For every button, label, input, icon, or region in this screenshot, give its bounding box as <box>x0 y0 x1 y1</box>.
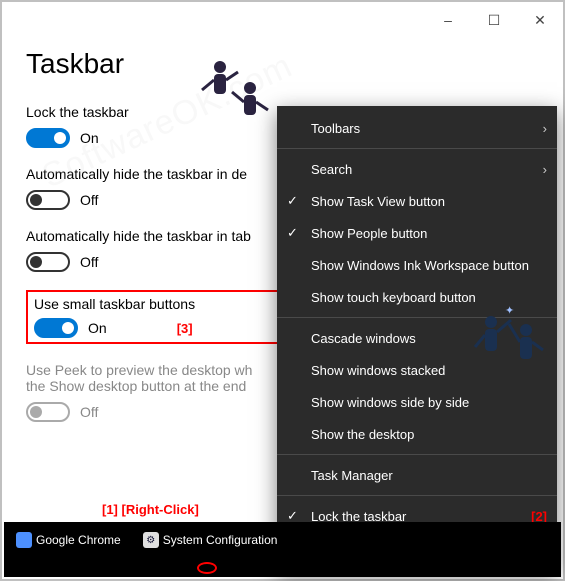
toggle-state-label: On <box>88 320 107 336</box>
separator <box>277 317 557 318</box>
toggle-state-label: Off <box>80 192 98 208</box>
menu-label: Search <box>311 162 352 177</box>
menu-label: Task Manager <box>311 468 393 483</box>
menu-item-show-task-view[interactable]: ✓ Show Task View button <box>277 185 557 217</box>
menu-label: Cascade windows <box>311 331 416 346</box>
taskbar: Google Chrome ⚙ System Configuration <box>4 522 561 558</box>
menu-label: Show People button <box>311 226 427 241</box>
menu-item-show-desktop[interactable]: Show the desktop <box>277 418 557 450</box>
menu-item-show-ink[interactable]: Show Windows Ink Workspace button <box>277 249 557 281</box>
separator <box>277 148 557 149</box>
close-button[interactable]: ✕ <box>517 2 563 38</box>
annotation-click-marker <box>197 562 217 574</box>
menu-item-task-manager[interactable]: Task Manager <box>277 459 557 491</box>
toggle-state-label: Off <box>80 404 98 420</box>
menu-item-cascade[interactable]: Cascade windows <box>277 322 557 354</box>
taskbar-item-chrome[interactable]: Google Chrome <box>10 528 127 552</box>
check-icon: ✓ <box>287 193 298 209</box>
toggle-state-label: Off <box>80 254 98 270</box>
toggle-peek <box>26 402 70 422</box>
separator <box>277 495 557 496</box>
toggle-autohide-desktop[interactable] <box>26 190 70 210</box>
taskbar-context-menu: Toolbars Search ✓ Show Task View button ✓… <box>277 106 557 570</box>
chrome-icon <box>16 532 32 548</box>
minimize-button[interactable]: – <box>425 2 471 38</box>
menu-item-show-people[interactable]: ✓ Show People button <box>277 217 557 249</box>
title-bar: – ☐ ✕ <box>2 2 563 38</box>
menu-label: Show windows side by side <box>311 395 469 410</box>
toggle-autohide-tablet[interactable] <box>26 252 70 272</box>
maximize-button[interactable]: ☐ <box>471 2 517 38</box>
menu-label: Show touch keyboard button <box>311 290 476 305</box>
menu-item-search[interactable]: Search <box>277 153 557 185</box>
toggle-state-label: On <box>80 130 99 146</box>
menu-label: Show the desktop <box>311 427 414 442</box>
menu-item-show-touch-keyboard[interactable]: Show touch keyboard button <box>277 281 557 313</box>
menu-item-stacked[interactable]: Show windows stacked <box>277 354 557 386</box>
toggle-lock-taskbar[interactable] <box>26 128 70 148</box>
annotation-1: [1] [Right-Click] <box>102 502 199 517</box>
taskbar-item-label: System Configuration <box>163 533 278 547</box>
menu-item-toolbars[interactable]: Toolbars <box>277 112 557 144</box>
toggle-small-buttons[interactable] <box>34 318 78 338</box>
page-title: Taskbar <box>26 48 539 80</box>
annotation-3: [3] <box>177 321 193 336</box>
taskbar-bottom <box>4 558 561 577</box>
menu-label: Show Windows Ink Workspace button <box>311 258 529 273</box>
taskbar-item-label: Google Chrome <box>36 533 121 547</box>
check-icon: ✓ <box>287 225 298 241</box>
taskbar-item-sysconf[interactable]: ⚙ System Configuration <box>137 528 284 552</box>
menu-item-side-by-side[interactable]: Show windows side by side <box>277 386 557 418</box>
menu-label: Show windows stacked <box>311 363 445 378</box>
sysconfig-icon: ⚙ <box>143 532 159 548</box>
menu-label: Toolbars <box>311 121 360 136</box>
separator <box>277 454 557 455</box>
menu-label: Show Task View button <box>311 194 445 209</box>
